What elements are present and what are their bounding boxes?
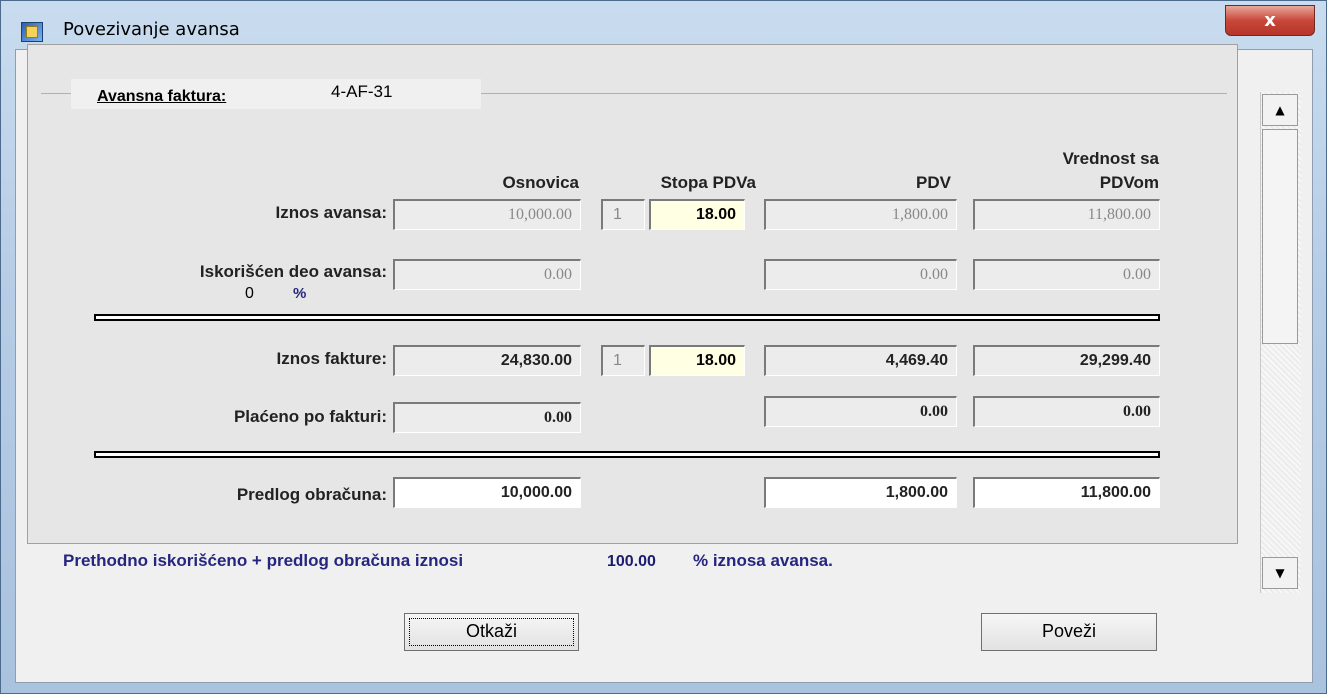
invoice-base-field[interactable]: 24,830.00: [393, 345, 581, 376]
row-label-predlog: Predlog obračuna:: [236, 485, 387, 504]
invoice-vat-field[interactable]: 4,469.40: [764, 345, 957, 376]
advance-vat-field[interactable]: 1,800.00: [764, 199, 957, 230]
invoice-vat-rate-field[interactable]: 18.00: [649, 345, 745, 376]
row-label-placeno: Plaćeno po fakturi:: [233, 407, 387, 426]
connect-button[interactable]: Poveži: [981, 613, 1157, 651]
used-total-field[interactable]: 0.00: [973, 259, 1160, 290]
window-title: Povezivanje avansa: [63, 19, 240, 40]
row-label-iskoriscen-deo: Iskorišćen deo avansa:: [199, 262, 387, 281]
separator-line: [94, 451, 1160, 458]
connect-button-label: Poveži: [1041, 621, 1097, 641]
row-label-iznos-fakture: Iznos fakture:: [276, 349, 387, 368]
advance-invoice-label: Avansna faktura:: [97, 88, 227, 105]
used-vat-field[interactable]: 0.00: [764, 259, 957, 290]
column-header-pdv: PDV: [916, 173, 951, 192]
proposal-base-field[interactable]: 10,000.00: [393, 477, 581, 508]
advance-invoice-number: 4-AF-31: [331, 82, 393, 101]
invoice-rate-code-field[interactable]: 1: [601, 345, 645, 376]
advance-vat-rate-field[interactable]: 18.00: [649, 199, 745, 230]
column-header-stopa-pdva: Stopa PDVa: [660, 173, 756, 192]
app-icon: [21, 22, 43, 42]
cancel-button[interactable]: Otkaži: [404, 613, 579, 651]
content-panel: [27, 44, 1238, 544]
paid-base-field[interactable]: 0.00: [393, 402, 581, 433]
separator-line: [94, 314, 1160, 321]
column-header-vrednost-line1: Vrednost sa: [1062, 149, 1159, 168]
used-percent-sign: %: [293, 285, 307, 302]
paid-total-field[interactable]: 0.00: [973, 396, 1160, 427]
summary-suffix: % iznosa avansa.: [693, 551, 833, 570]
dialog-window: Povezivanje avansa x Avansna faktura: 4-…: [0, 0, 1327, 694]
used-base-field[interactable]: 0.00: [393, 259, 581, 290]
proposal-vat-field[interactable]: 1,800.00: [764, 477, 957, 508]
proposal-total-field[interactable]: 11,800.00: [973, 477, 1160, 508]
column-header-vrednost-line2: PDVom: [1099, 173, 1159, 192]
row-label-iznos-avansa: Iznos avansa:: [275, 203, 388, 222]
triangle-down-icon: ▼: [1275, 566, 1285, 580]
used-percent-value: 0: [245, 285, 254, 302]
advance-total-field[interactable]: 11,800.00: [973, 199, 1160, 230]
column-header-osnovica: Osnovica: [502, 173, 579, 192]
scroll-down-button[interactable]: ▼: [1262, 557, 1298, 589]
cancel-button-label: Otkaži: [465, 621, 517, 641]
title-bar[interactable]: Povezivanje avansa x: [1, 1, 1327, 43]
summary-prefix: Prethodno iskorišćeno + predlog obračuna…: [63, 551, 464, 570]
advance-rate-code-field[interactable]: 1: [601, 199, 645, 230]
summary-percent-value: 100.00: [607, 553, 656, 570]
close-button[interactable]: x: [1225, 5, 1315, 36]
triangle-up-icon: ▲: [1275, 103, 1285, 117]
invoice-total-field[interactable]: 29,299.40: [973, 345, 1160, 376]
advance-base-field[interactable]: 10,000.00: [393, 199, 581, 230]
scroll-thumb[interactable]: [1262, 129, 1298, 344]
scroll-up-button[interactable]: ▲: [1262, 94, 1298, 126]
paid-vat-field[interactable]: 0.00: [764, 396, 957, 427]
